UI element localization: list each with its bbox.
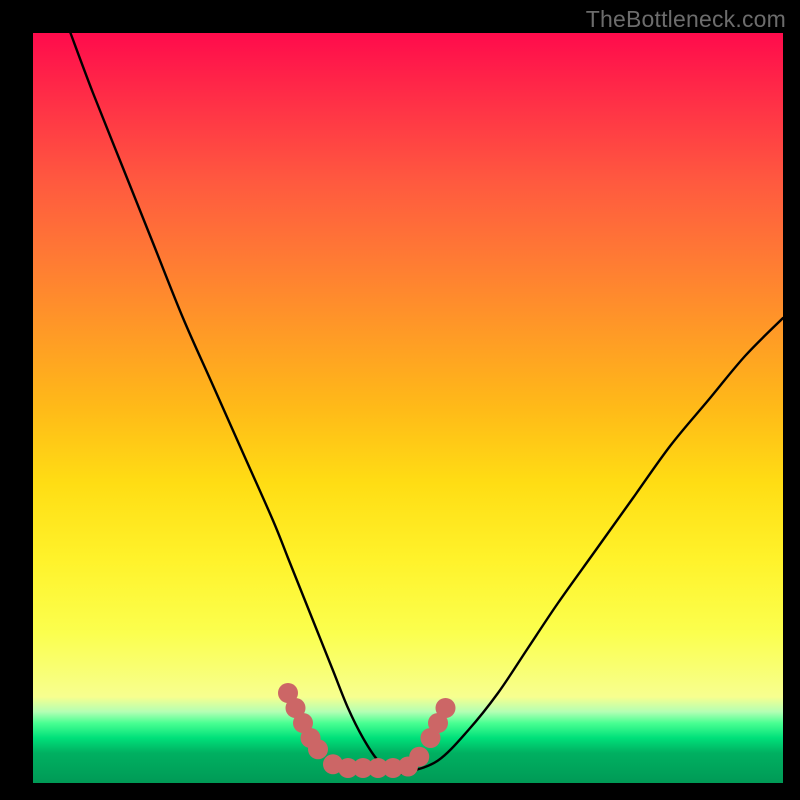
curve-layer (33, 33, 783, 783)
highlight-dot (409, 747, 429, 767)
chart-frame: TheBottleneck.com (0, 0, 800, 800)
bottleneck-curve (71, 33, 784, 773)
highlight-dot (308, 739, 328, 759)
plot-area (33, 33, 783, 783)
highlight-dot (436, 698, 456, 718)
highlight-dots (278, 683, 456, 778)
watermark-text: TheBottleneck.com (586, 6, 786, 33)
